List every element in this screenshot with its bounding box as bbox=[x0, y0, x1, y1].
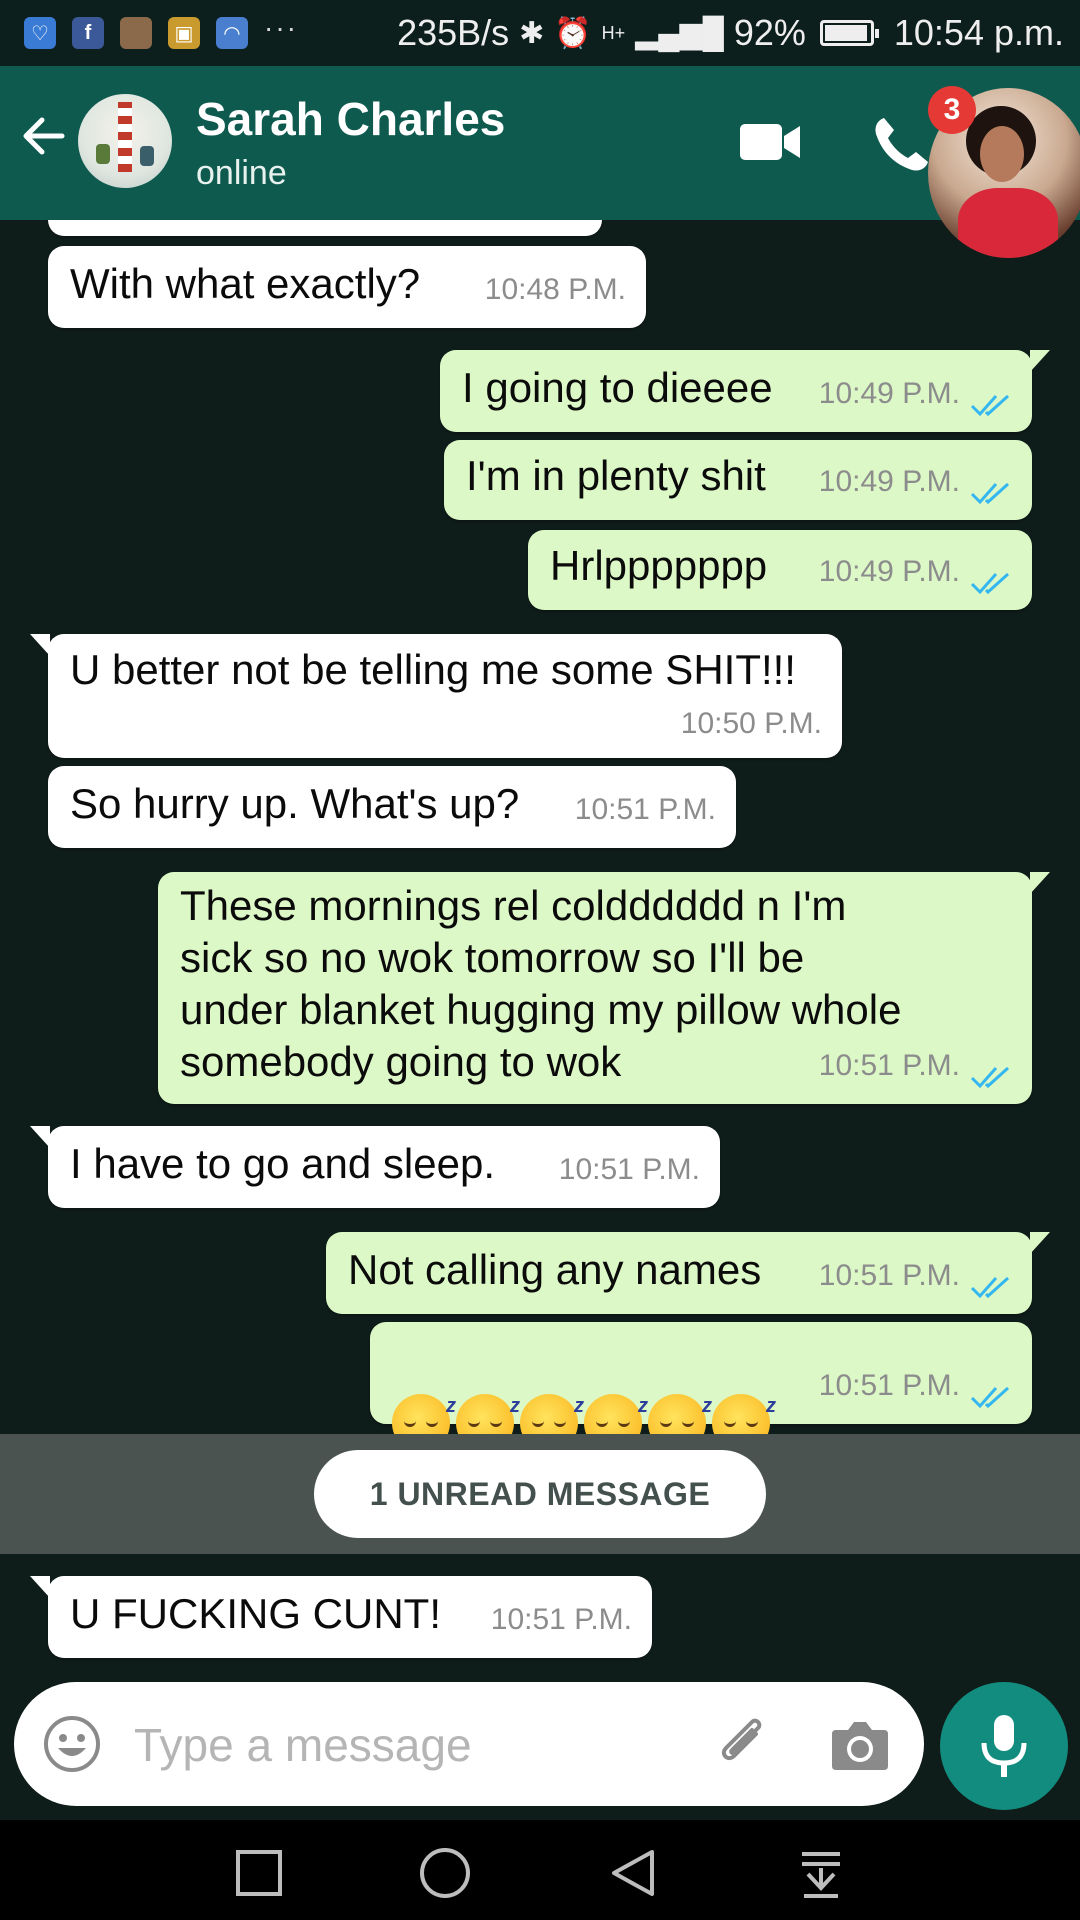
outgoing-message[interactable]: zzzzzz 10:51 P.M. bbox=[370, 1322, 1032, 1452]
read-ticks-icon bbox=[970, 394, 1010, 417]
read-ticks-icon bbox=[970, 482, 1010, 505]
mic-button[interactable] bbox=[940, 1682, 1068, 1810]
outgoing-message[interactable]: Not calling any names 10:51 P.M. bbox=[326, 1232, 1050, 1314]
message-text: I have to go and sleep. bbox=[70, 1140, 495, 1187]
message-time: 10:51 P.M. bbox=[818, 1259, 960, 1292]
bluetooth-icon: ✱ bbox=[519, 16, 545, 50]
outgoing-message[interactable]: I'm in plenty shit 10:49 P.M. bbox=[444, 440, 1032, 520]
message-time: 10:51 P.M. bbox=[818, 1049, 960, 1082]
message-time: 10:51 P.M. bbox=[574, 793, 716, 826]
video-call-icon[interactable] bbox=[740, 122, 802, 162]
message-text: U FUCKING CUNT! bbox=[70, 1590, 441, 1637]
incoming-message[interactable]: So hurry up. What's up? 10:51 P.M. bbox=[48, 766, 736, 848]
recents-icon[interactable] bbox=[232, 1846, 286, 1900]
unread-message-label: 1 UNREAD MESSAGE bbox=[314, 1450, 766, 1538]
incoming-message[interactable]: With what exactly? 10:48 P.M. bbox=[48, 246, 646, 328]
message-text: U better not be telling me some SHIT!!! bbox=[70, 646, 796, 693]
contact-status: online bbox=[196, 154, 287, 192]
message-time: 10:49 P.M. bbox=[818, 377, 960, 410]
wifi-icon: ◠ bbox=[216, 17, 248, 49]
mic-icon bbox=[981, 1715, 1027, 1777]
read-ticks-icon bbox=[970, 572, 1010, 595]
read-ticks-icon bbox=[970, 1276, 1010, 1299]
back-icon[interactable] bbox=[606, 1846, 660, 1900]
message-time: 10:51 P.M. bbox=[558, 1153, 700, 1186]
photo-icon bbox=[120, 17, 152, 49]
message-text: I going to dieeee bbox=[462, 364, 773, 411]
signal-icon: ▂▄▆█ bbox=[635, 16, 724, 50]
clock: 10:54 p.m. bbox=[893, 12, 1064, 53]
message-text: Not calling any names bbox=[348, 1246, 762, 1293]
message-time: 10:49 P.M. bbox=[818, 555, 960, 588]
back-arrow-icon[interactable] bbox=[18, 111, 68, 161]
message-text: With what exactly? bbox=[70, 260, 421, 307]
notification-drawer-icon[interactable] bbox=[794, 1846, 848, 1900]
status-bar: ♡ f ▣ ◠ ··· 235B/s ✱ ⏰ H+ ▂▄▆█ 92% 10:54… bbox=[0, 0, 1080, 66]
incoming-message[interactable]: I have to go and sleep. 10:51 P.M. bbox=[30, 1126, 720, 1208]
message-text: These mornings rel coldddddd n I'm sick … bbox=[180, 882, 902, 1085]
message-text: So hurry up. What's up? bbox=[70, 780, 520, 827]
chat-header: Sarah Charles online bbox=[0, 66, 1080, 220]
chathead-badge: 3 bbox=[928, 86, 976, 134]
battery-icon bbox=[819, 20, 879, 46]
more-notifications-icon: ··· bbox=[264, 12, 298, 43]
voice-call-icon[interactable] bbox=[872, 114, 932, 174]
outgoing-message[interactable]: These mornings rel coldddddd n I'm sick … bbox=[158, 872, 1050, 1104]
alarm-icon: ⏰ bbox=[554, 16, 592, 50]
outgoing-message[interactable]: Hrlppppppp 10:49 P.M. bbox=[528, 530, 1032, 610]
message-list[interactable]: With what exactly? 10:48 P.M. I going to… bbox=[0, 220, 1080, 1680]
health-app-icon: ♡ bbox=[24, 17, 56, 49]
camera-icon[interactable] bbox=[830, 1718, 890, 1772]
system-nav-bar bbox=[0, 1820, 1080, 1920]
message-text: Hrlppppppp bbox=[550, 542, 768, 589]
message-time: 10:50 P.M. bbox=[680, 707, 822, 740]
incoming-message[interactable]: U FUCKING CUNT! 10:51 P.M. bbox=[30, 1576, 652, 1658]
composer bbox=[14, 1682, 924, 1806]
notification-icons: ♡ f ▣ ◠ ··· bbox=[24, 12, 298, 49]
facebook-icon: f bbox=[72, 17, 104, 49]
message-time: 10:51 P.M. bbox=[490, 1603, 632, 1636]
unread-divider: 1 UNREAD MESSAGE bbox=[0, 1434, 1080, 1554]
contact-name[interactable]: Sarah Charles bbox=[196, 92, 505, 146]
incoming-message[interactable]: U better not be telling me some SHIT!!! … bbox=[30, 634, 842, 758]
read-ticks-icon bbox=[970, 1386, 1010, 1409]
message-time: 10:49 P.M. bbox=[818, 465, 960, 498]
paperclip-icon[interactable] bbox=[712, 1712, 776, 1776]
message-bubble-partial[interactable] bbox=[48, 220, 602, 236]
message-input[interactable] bbox=[132, 1704, 696, 1786]
app-icon: ▣ bbox=[168, 17, 200, 49]
emoji-icon[interactable] bbox=[42, 1714, 102, 1774]
net-speed: 235B/s bbox=[397, 12, 510, 53]
contact-avatar[interactable] bbox=[78, 94, 172, 188]
network-type: H+ bbox=[601, 22, 626, 43]
message-time: 10:51 P.M. bbox=[818, 1369, 960, 1402]
outgoing-message[interactable]: I going to dieeee 10:49 P.M. bbox=[440, 350, 1050, 432]
battery-percent: 92% bbox=[733, 12, 806, 53]
message-time: 10:48 P.M. bbox=[484, 273, 626, 306]
message-text: I'm in plenty shit bbox=[466, 452, 766, 499]
home-icon[interactable] bbox=[418, 1846, 472, 1900]
read-ticks-icon bbox=[970, 1066, 1010, 1089]
